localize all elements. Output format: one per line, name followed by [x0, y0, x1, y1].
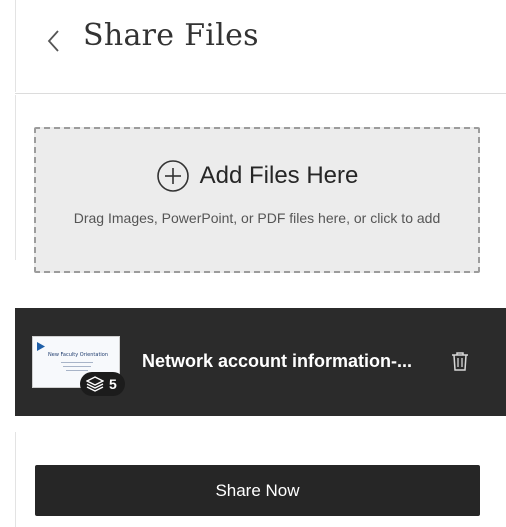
left-border [15, 432, 16, 527]
delete-file-button[interactable] [449, 350, 471, 372]
back-button[interactable] [43, 24, 65, 58]
thumbnail-title: New Faculty Orientation [48, 352, 109, 358]
file-list-item[interactable]: New Faculty Orientation 5 Network accoun… [15, 308, 506, 416]
trash-icon [452, 352, 468, 371]
file-dropzone[interactable]: Add Files Here Drag Images, PowerPoint, … [34, 127, 480, 273]
chevron-left-icon [47, 30, 59, 52]
dropzone-heading: Add Files Here [36, 159, 478, 193]
left-border [15, 95, 16, 260]
thumbnail-line [63, 366, 91, 367]
thumbnail-line [66, 370, 88, 371]
slide-count: 5 [109, 376, 117, 392]
slide-logo-icon [37, 342, 45, 351]
dropzone-description: Drag Images, PowerPoint, or PDF files he… [73, 210, 441, 226]
thumbnail-line [61, 362, 93, 363]
plus-circle-icon [156, 160, 189, 192]
layers-icon [86, 376, 104, 392]
slide-count-badge: 5 [80, 372, 125, 396]
file-name: Network account information-... [142, 351, 413, 371]
header: Share Files [15, 0, 506, 94]
page-title: Share Files [83, 18, 259, 53]
share-now-button[interactable]: Share Now [35, 465, 480, 516]
dropzone-title: Add Files Here [199, 162, 359, 189]
